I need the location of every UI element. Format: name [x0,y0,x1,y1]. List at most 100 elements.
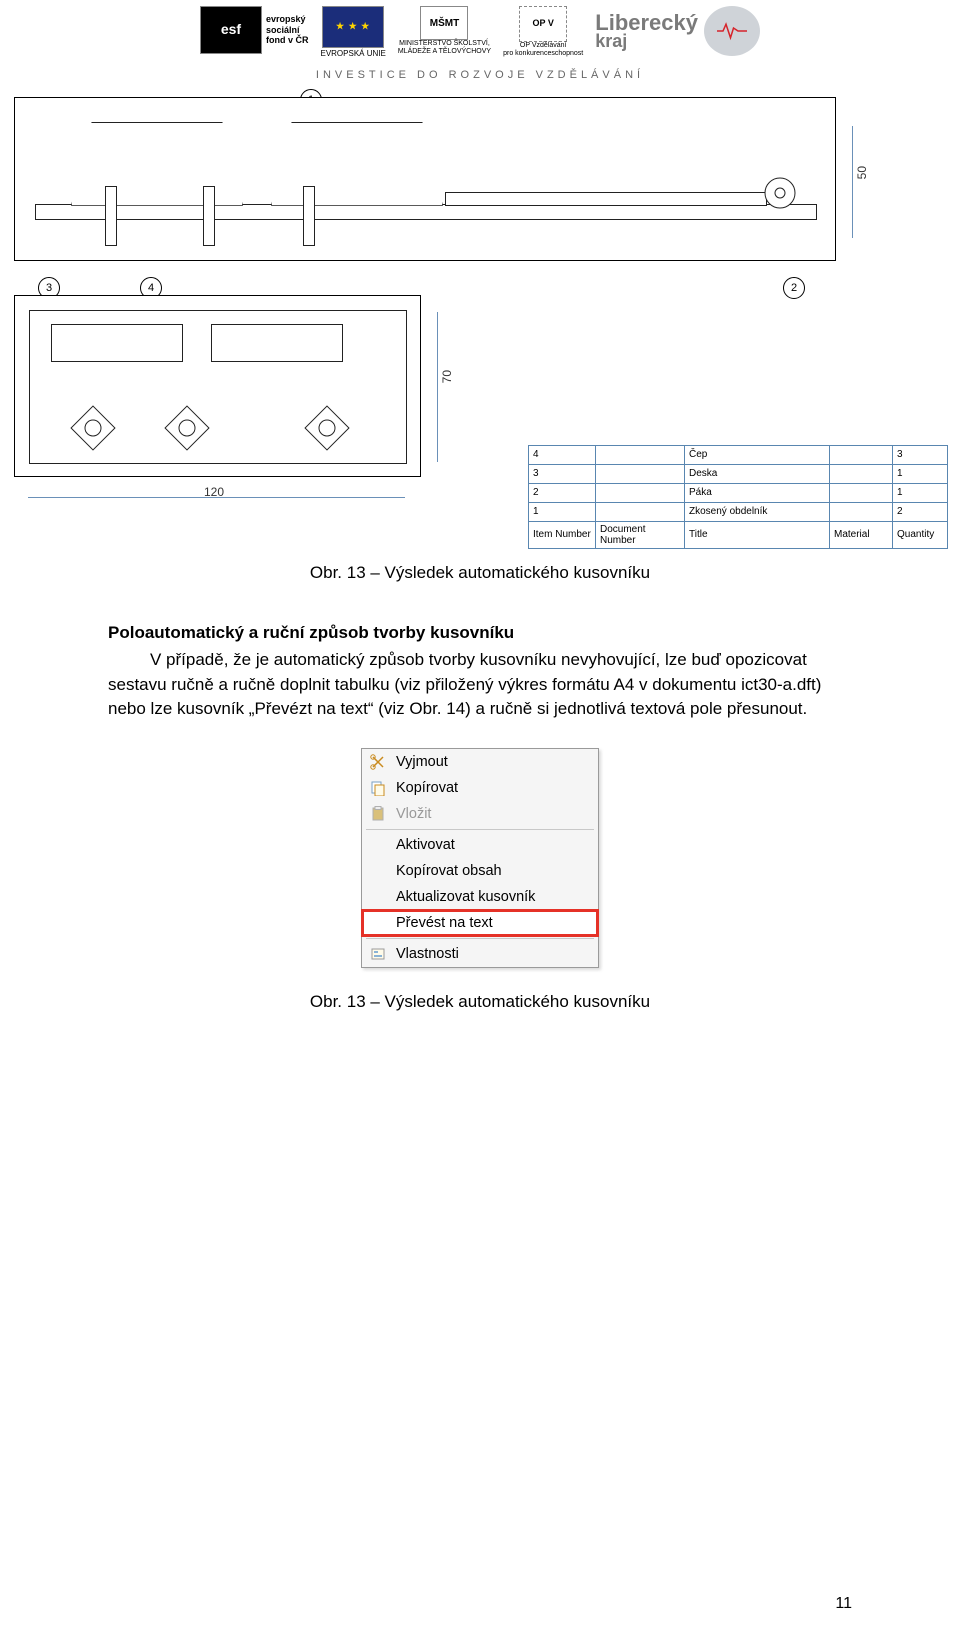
bom-item: 1 [529,502,596,521]
lever-bar [445,192,767,206]
top-rect-left [51,324,183,362]
trapezoid-left [71,122,243,206]
bom-title: Páka [685,483,830,502]
subheading: Poloautomatický a ruční způsob tvorby ku… [108,621,852,646]
msmt-caption: MINISTERSTVO ŠKOLSTVÍ, MLÁDEŽE A TĚLOVÝC… [398,40,491,55]
eu-flag-icon: ★ ★ ★ [322,6,384,48]
clipboard-icon [368,805,388,823]
table-row: 1 Zkosený obdelník 2 [529,502,948,521]
top-rect-right [211,324,343,362]
table-header-row: Item Number Document Number Title Materi… [529,521,948,548]
menu-separator [366,938,594,939]
menu-cut[interactable]: Vyjmout [362,749,598,775]
dim-120-wrap: 120 [14,487,419,513]
bom-mat [830,445,893,464]
figure-caption-13b: Obr. 13 – Výsledek automatického kusovní… [108,990,852,1015]
figure-caption-13a: Obr. 13 – Výsledek automatického kusovní… [108,561,852,586]
context-menu: Vyjmout Kopírovat Vložit Aktivovat [361,748,599,968]
bom-item: 3 [529,464,596,483]
drawing-panel: 1 50 3 4 2 [0,97,960,513]
copy-icon [368,779,388,797]
menu-convert-to-text[interactable]: Převést na text [362,910,598,936]
lk-blob-icon [704,6,760,56]
document-header: esf evropský sociální fond v ČR ★ ★ ★ EV… [0,0,960,81]
body-text: Obr. 13 – Výsledek automatického kusovní… [0,561,960,722]
hole-2-circle-icon [167,408,207,448]
menu-label: Aktualizovat kusovník [396,889,535,905]
table-row: 4 Čep 3 [529,445,948,464]
bom-title: Čep [685,445,830,464]
dim-50: 50 [855,166,869,179]
opv-caption: OP Vzdělávání pro konkurenceschopnost [503,42,583,57]
dim-120: 120 [204,485,224,499]
menu-separator [366,829,594,830]
table-row: 3 Deska 1 [529,464,948,483]
blank-icon [368,836,388,854]
menu-label: Vyjmout [396,754,448,770]
logo-eu: ★ ★ ★ EVROPSKÁ UNIE [320,6,385,59]
bom-table: 4 Čep 3 3 Deska 1 2 Páka 1 1 [528,445,948,549]
hole-1-circle-icon [73,408,113,448]
properties-icon [368,945,388,963]
bom-h-doc: Document Number [596,521,685,548]
drawing-view-top: 70 [14,295,421,477]
bom-h-item: Item Number [529,521,596,548]
bom-qty: 1 [893,483,948,502]
context-menu-figure: Vyjmout Kopírovat Vložit Aktivovat [0,748,960,968]
hole-3-circle-icon [307,408,347,448]
menu-update-bom[interactable]: Aktualizovat kusovník [362,884,598,910]
bom-qty: 1 [893,464,948,483]
trapezoid-right [271,122,443,206]
table-row: 2 Páka 1 [529,483,948,502]
blank-icon [368,914,388,932]
dim-70-line [437,312,438,462]
menu-copy[interactable]: Kopírovat [362,775,598,801]
bom-title: Zkosený obdelník [685,502,830,521]
lk-text-bottom: kraj [595,33,698,49]
menu-label: Aktivovat [396,837,455,853]
drawing-view-front: 50 [14,97,836,261]
body-text-2: Obr. 13 – Výsledek automatického kusovní… [0,990,960,1015]
logo-esf: esf evropský sociální fond v ČR [200,6,309,54]
menu-label: Kopírovat [396,780,458,796]
dim-70: 70 [440,370,454,383]
menu-properties[interactable]: Vlastnosti [362,941,598,967]
opv-icon: OP V [519,6,567,42]
logo-row: esf evropský sociální fond v ČR ★ ★ ★ EV… [100,6,860,59]
paragraph-main: V případě, že je automatický způsob tvor… [108,648,852,722]
bolt-1 [105,186,117,246]
bolt-3 [303,186,315,246]
pulse-icon [717,21,747,41]
lk-text: Liberecký kraj [595,13,698,49]
esf-icon: esf [200,6,262,54]
base-bar [35,204,817,220]
bom-title: Deska [685,464,830,483]
msmt-icon: MŠMT [420,6,468,40]
bom-h-title: Title [685,521,830,548]
eu-caption: EVROPSKÁ UNIE [320,50,385,59]
header-tagline: INVESTICE DO ROZVOJE VZDĚLÁVÁNÍ [100,69,860,81]
bom-item: 4 [529,445,596,464]
bom-item: 2 [529,483,596,502]
logo-opv: OP V OP Vzdělávání pro konkurenceschopno… [503,6,583,57]
menu-paste[interactable]: Vložit [362,801,598,827]
bom-doc [596,445,685,464]
scissors-icon [368,753,388,771]
menu-activate[interactable]: Aktivovat [362,832,598,858]
logo-msmt: MŠMT MINISTERSTVO ŠKOLSTVÍ, MLÁDEŽE A TĚ… [398,6,491,55]
bom-qty: 2 [893,502,948,521]
bom-qty: 3 [893,445,948,464]
dim-50-line [852,126,853,238]
lever-tip [763,176,797,210]
logo-liberecky-kraj: Liberecký kraj [595,6,760,56]
page-number: 11 [835,1595,852,1613]
balloon-2: 2 [783,277,805,299]
menu-label: Převést na text [396,915,493,931]
bom-h-qty: Quantity [893,521,948,548]
menu-copy-contents[interactable]: Kopírovat obsah [362,858,598,884]
bolt-2 [203,186,215,246]
bom-h-mat: Material [830,521,893,548]
menu-label: Kopírovat obsah [396,863,502,879]
esf-caption: evropský sociální fond v ČR [266,14,309,45]
menu-label: Vlastnosti [396,946,459,962]
